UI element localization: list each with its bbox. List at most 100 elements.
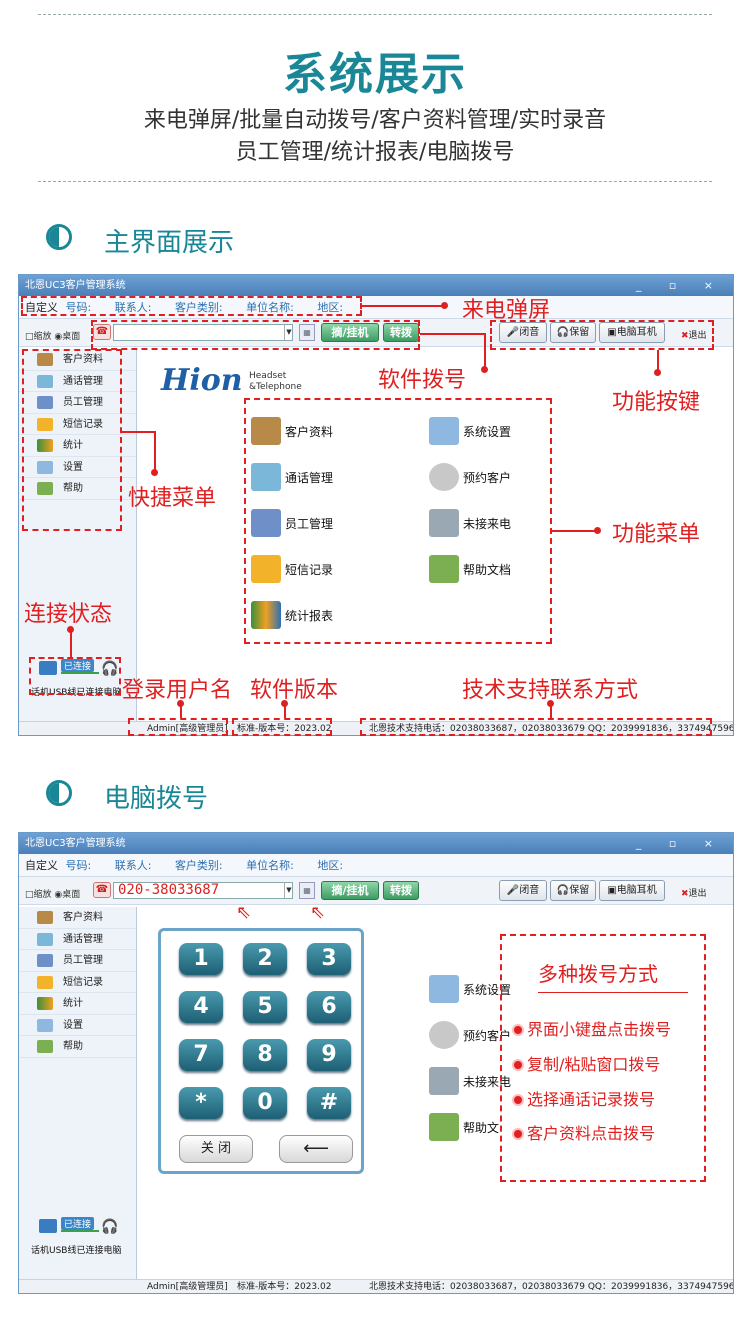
page-subtitle-2: 员工管理/统计报表/电脑拨号: [235, 140, 515, 165]
view-toggle[interactable]: □缩放 ◉桌面: [25, 887, 80, 900]
sidebar-item-stats[interactable]: 统计: [19, 993, 136, 1015]
pc-headset-label: 电脑耳机: [616, 885, 657, 896]
dial-method-item: 客户资料点击拨号: [512, 1120, 655, 1144]
sidebar-item-staff[interactable]: 员工管理: [19, 950, 136, 972]
window-title: 北恩UC3客户管理系统: [25, 280, 126, 291]
keypad-icon[interactable]: ▦: [299, 882, 315, 899]
key-6[interactable]: 6: [307, 991, 351, 1023]
transfer-button[interactable]: 转拨: [383, 881, 419, 900]
page-subtitle-1: 来电弹屏/批量自动拨号/客户资料管理/实时录音: [143, 108, 607, 133]
bullet-icon: [512, 1128, 524, 1140]
contact-label: 联系人:: [114, 859, 152, 872]
envelope-icon: [37, 975, 53, 989]
section-title-dial: 电脑拨号: [104, 784, 209, 814]
number-label: 号码:: [65, 859, 92, 872]
caller-info-bar: 自定义 号码: 联系人: 客户类别: 单位名称: 地区:: [19, 854, 733, 877]
key-1[interactable]: 1: [179, 943, 223, 975]
key-3[interactable]: 3: [307, 943, 351, 975]
key-8[interactable]: 8: [243, 1039, 287, 1071]
window-title: 北恩UC3客户管理系统: [25, 838, 126, 849]
key-star[interactable]: *: [179, 1087, 223, 1119]
connected-badge: 已连接: [61, 1217, 95, 1230]
feature-help-docs[interactable]: 帮助文: [463, 1119, 499, 1136]
quickmenu-annotation-line-v: [154, 431, 156, 473]
quickmenu-annotation-line: [122, 431, 156, 433]
footer-user: Admin[高级管理员]: [147, 1282, 228, 1292]
settings-icon: [429, 975, 459, 1003]
user-annotation-box: [128, 718, 228, 736]
backspace-icon[interactable]: ⟵: [279, 1135, 353, 1163]
sidebar-item-label: 通话管理: [63, 933, 103, 945]
key-9[interactable]: 9: [307, 1039, 351, 1071]
sidebar-item-sms[interactable]: 短信记录: [19, 972, 136, 993]
mic-icon: 🎤: [506, 885, 520, 896]
dialing-annotation-line-v: [484, 333, 486, 369]
customer-icon: [37, 911, 53, 924]
company-label: 单位名称:: [246, 859, 294, 872]
annotation-func-menu: 功能菜单: [612, 522, 701, 547]
funcmenu-annotation-line: [552, 530, 596, 532]
key-2[interactable]: 2: [243, 943, 287, 975]
top-divider: [38, 14, 712, 15]
key-hash[interactable]: #: [307, 1087, 351, 1119]
bullet-icon: [512, 1059, 524, 1071]
conn-annotation-line: [70, 630, 72, 658]
alarm-clock-icon: [429, 1021, 459, 1049]
funcmenu-annotation-box: [244, 398, 552, 644]
exit-button[interactable]: ✖退出: [681, 886, 707, 899]
section-bullet-icon: [46, 224, 72, 250]
conn-annotation-box: [29, 657, 121, 695]
dialing-annotation-line: [420, 333, 486, 335]
popup-annotation-dot: [441, 302, 448, 309]
chevron-down-icon[interactable]: ▼: [284, 883, 293, 898]
pc-headset-button[interactable]: ▣电脑耳机: [599, 880, 665, 901]
custom-label[interactable]: 自定义: [25, 859, 58, 872]
pickup-hangup-button[interactable]: 摘/挂机: [321, 881, 379, 900]
popup-annotation-box: [21, 296, 362, 316]
sidebar-item-customers[interactable]: 客户资料: [19, 907, 136, 929]
sidebar-item-settings[interactable]: 设置: [19, 1015, 136, 1036]
help-icon: [37, 1040, 53, 1053]
key-5[interactable]: 5: [243, 991, 287, 1023]
mute-button[interactable]: 🎤闭音: [499, 880, 547, 901]
quickmenu-annotation-box: [22, 349, 122, 531]
window-controls[interactable]: _ ▫ ×: [636, 275, 725, 296]
phone-icon[interactable]: ☎: [93, 882, 111, 898]
status-bar: Admin[高级管理员] 标准-版本号：2023.02 北恩技术支持电话：020…: [19, 1279, 733, 1293]
keypad-close-button[interactable]: 关 闭: [179, 1135, 253, 1163]
title-bar: 北恩UC3客户管理系统 _ ▫ ×: [19, 275, 733, 296]
quickmenu-annotation-dot: [151, 469, 158, 476]
support-annotation-box: [360, 718, 712, 736]
dial-method-item: 界面小键盘点击拨号: [512, 1016, 671, 1040]
dialing-annotation-box: [91, 320, 420, 350]
sidebar-item-help[interactable]: 帮助: [19, 1036, 136, 1058]
hero-divider: [38, 181, 712, 182]
view-toggle[interactable]: □缩放 ◉桌面: [25, 329, 80, 342]
key-0[interactable]: 0: [243, 1087, 287, 1119]
mute-label: 闭音: [519, 885, 540, 896]
user-annotation-line: [180, 704, 182, 718]
sidebar-item-calls[interactable]: 通话管理: [19, 929, 136, 950]
region-label: 地区:: [317, 859, 344, 872]
annotation-sw-version: 软件版本: [250, 678, 339, 703]
sidebar-item-label: 设置: [63, 1019, 83, 1031]
funckeys-annotation-box: [490, 320, 714, 350]
key-7[interactable]: 7: [179, 1039, 223, 1071]
window-controls[interactable]: _ ▫ ×: [636, 833, 725, 854]
sidebar-item-label: 统计: [63, 998, 83, 1009]
title-bar: 北恩UC3客户管理系统 _ ▫ ×: [19, 833, 733, 854]
funckeys-annotation-dot: [654, 369, 661, 376]
dial-input[interactable]: 020-38033687: [113, 882, 293, 899]
connection-status-icon: 已连接 🎧: [39, 1217, 119, 1239]
headset-icon: 🎧: [101, 1219, 119, 1235]
key-4[interactable]: 4: [179, 991, 223, 1023]
missed-call-icon: [429, 1067, 459, 1095]
dialing-annotation-dot: [481, 366, 488, 373]
funcmenu-annotation-dot: [594, 527, 601, 534]
version-annotation-box: [232, 718, 332, 736]
annotation-quick-menu: 快捷菜单: [128, 486, 217, 511]
sidebar-item-label: 帮助: [63, 1041, 83, 1052]
hold-button[interactable]: 🎧保留: [550, 880, 596, 901]
sidebar-item-label: 客户资料: [63, 912, 103, 923]
section-title-main: 主界面展示: [104, 228, 235, 258]
